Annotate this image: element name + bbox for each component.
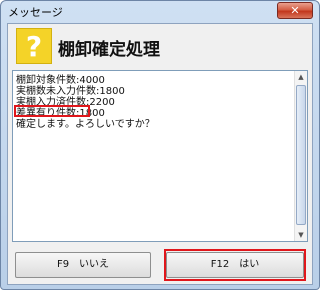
scrollbar-thumb[interactable] [296,85,306,225]
dialog-body: ? 棚卸確定処理 棚卸対象件数:4000 実棚数未入力件数:1800 実棚入力済… [7,23,313,285]
message-line-confirm: 確定します。よろしいですか？ [16,119,155,130]
scroll-up-icon[interactable]: ▲ [295,71,307,83]
message-lines: 棚卸対象件数:4000 実棚数未入力件数:1800 実棚入力済件数:2200 差… [16,75,291,130]
scrollbar-track[interactable] [295,83,307,229]
dialog-header: ? 棚卸確定処理 [8,24,312,68]
scroll-down-icon[interactable]: ▼ [295,229,307,241]
yes-button-highlight [164,249,306,281]
window-title: メッセージ [8,6,63,19]
message-line-total: 棚卸対象件数:4000 [16,75,105,86]
question-icon: ? [16,28,52,64]
vertical-scrollbar[interactable]: ▲ ▼ [294,71,307,241]
close-icon: ✕ [290,4,300,17]
close-button[interactable]: ✕ [277,2,313,19]
no-button[interactable]: F9 いいえ [15,252,151,278]
message-line-unentered: 実棚数未入力件数:1800 [16,86,125,97]
message-dialog: メッセージ ✕ ? 棚卸確定処理 棚卸対象件数:4000 実棚数未入力件数:18… [0,0,320,290]
difference-highlight-box [14,105,90,117]
message-textbox[interactable]: 棚卸対象件数:4000 実棚数未入力件数:1800 実棚入力済件数:2200 差… [12,70,308,242]
title-bar[interactable]: メッセージ ✕ [1,1,319,21]
dialog-heading: 棚卸確定処理 [58,40,160,60]
